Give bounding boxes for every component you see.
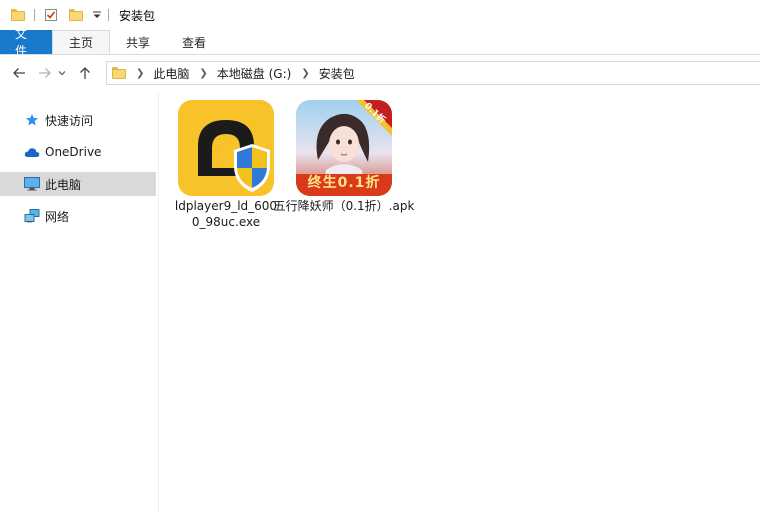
- folder-icon: [112, 67, 126, 79]
- chevron-right-icon[interactable]: ❯: [199, 68, 207, 79]
- folder-icon[interactable]: [11, 9, 25, 21]
- star-icon: [23, 112, 41, 128]
- tab-share[interactable]: 共享: [110, 30, 166, 54]
- tab-view[interactable]: 查看: [166, 30, 222, 54]
- up-arrow-icon: [80, 67, 90, 79]
- breadcrumb-local-disk[interactable]: 本地磁盘 (G:): [217, 65, 292, 82]
- chevron-down-icon: [58, 71, 66, 76]
- customize-toolbar-chevron-icon[interactable]: [92, 10, 102, 20]
- ldplayer-app-icon: [178, 100, 274, 196]
- tab-home[interactable]: 主页: [52, 30, 111, 54]
- title-bar: 安装包: [0, 0, 760, 30]
- promo-banner-text: 终生0.1折: [307, 175, 381, 191]
- sidebar-item-label: 快速访问: [45, 113, 94, 128]
- up-button[interactable]: [74, 62, 96, 84]
- sidebar-item-network[interactable]: 网络: [0, 204, 156, 228]
- toolbar-divider: [34, 9, 35, 21]
- back-arrow-icon: [13, 68, 25, 78]
- sidebar-item-label: 此电脑: [45, 177, 82, 192]
- quick-access-toolbar: [8, 8, 115, 22]
- chevron-right-icon[interactable]: ❯: [136, 68, 144, 79]
- forward-arrow-icon: [39, 68, 51, 78]
- sidebar-item-label: 网络: [45, 209, 70, 224]
- sidebar-item-onedrive[interactable]: OneDrive: [0, 140, 156, 164]
- navigation-pane: 快速访问 OneDrive 此电脑 网络: [0, 92, 159, 512]
- toolbar-divider: [108, 9, 109, 21]
- file-item-ldplayer[interactable]: ldplayer9_ld_6000_98uc.exe: [174, 100, 278, 230]
- file-explorer-window: 安装包 文件 主页 共享 查看 ❯ 此电脑 ❯ 本地磁盘 (G:) ❯ 安装包 …: [0, 0, 760, 512]
- recent-locations-button[interactable]: [56, 62, 68, 84]
- breadcrumb-this-pc[interactable]: 此电脑: [153, 65, 189, 82]
- network-icon: [23, 208, 41, 224]
- cloud-icon: [23, 144, 41, 160]
- computer-icon: [23, 176, 41, 192]
- forward-button[interactable]: [34, 62, 56, 84]
- sidebar-item-label: OneDrive: [45, 145, 102, 159]
- navigation-bar: ❯ 此电脑 ❯ 本地磁盘 (G:) ❯ 安装包: [0, 57, 760, 89]
- tab-file[interactable]: 文件: [0, 27, 52, 58]
- file-name: ldplayer9_ld_6000_98uc.exe: [174, 199, 278, 229]
- file-name: 五行降妖师（0.1折）.apk: [273, 199, 415, 213]
- address-bar[interactable]: ❯ 此电脑 ❯ 本地磁盘 (G:) ❯ 安装包: [106, 61, 760, 85]
- game-app-icon: 0.1折 终生0.1折: [296, 100, 392, 196]
- file-item-game-apk[interactable]: 0.1折 终生0.1折 五行降妖师（0.1折）.apk: [271, 100, 417, 214]
- sidebar-item-quick-access[interactable]: 快速访问: [0, 108, 156, 132]
- window-title: 安装包: [119, 8, 156, 23]
- properties-check-icon[interactable]: [44, 8, 58, 22]
- ribbon-tabs: 文件 主页 共享 查看: [0, 27, 760, 58]
- breadcrumb-current-folder[interactable]: 安装包: [319, 65, 355, 82]
- sidebar-item-this-pc[interactable]: 此电脑: [0, 172, 156, 196]
- new-folder-icon[interactable]: [69, 9, 83, 21]
- back-button[interactable]: [8, 62, 30, 84]
- chevron-right-icon[interactable]: ❯: [301, 68, 309, 79]
